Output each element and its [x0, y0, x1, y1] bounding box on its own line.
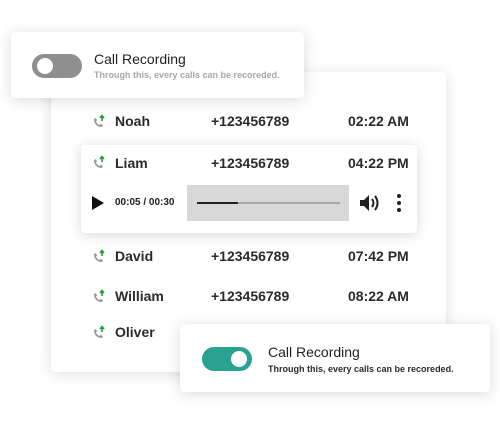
audio-player: 00:05 / 00:30	[81, 185, 417, 221]
recording-toggle-off[interactable]	[32, 54, 82, 78]
more-options-icon[interactable]	[395, 193, 403, 213]
outgoing-call-icon	[94, 249, 105, 262]
caller-number: +123456789	[211, 113, 290, 129]
toggle-subtitle: Through this, every calls can be recored…	[94, 70, 280, 80]
call-time: 07:42 PM	[348, 248, 409, 264]
call-recording-card-on: Call Recording Through this, every calls…	[180, 324, 490, 392]
call-recording-card-off: Call Recording Through this, every calls…	[11, 32, 304, 98]
toggle-knob	[37, 58, 53, 74]
caller-name: Oliver	[115, 324, 155, 340]
caller-number: +123456789	[211, 155, 290, 171]
toggle-knob	[231, 351, 247, 367]
call-row-liam-expanded[interactable]: Liam +123456789 04:22 PM 00:05 / 00:30	[81, 145, 417, 233]
recording-toggle-on[interactable]	[202, 347, 252, 371]
outgoing-call-icon	[94, 114, 105, 127]
caller-number: +123456789	[211, 248, 290, 264]
outgoing-call-icon	[94, 325, 105, 338]
call-row-william[interactable]: William +123456789 08:22 AM	[51, 285, 446, 309]
outgoing-call-icon	[94, 155, 105, 168]
playback-timecode: 00:05 / 00:30	[115, 197, 175, 208]
volume-icon[interactable]	[359, 193, 381, 213]
seek-track	[197, 202, 340, 204]
toggle-title: Call Recording	[94, 51, 186, 67]
seek-progress	[197, 202, 239, 204]
call-time: 04:22 PM	[348, 155, 409, 171]
toggle-title: Call Recording	[268, 344, 360, 360]
call-row-noah[interactable]: Noah +123456789 02:22 AM	[51, 110, 446, 134]
call-row-david[interactable]: David +123456789 07:42 PM	[51, 245, 446, 269]
caller-name: Noah	[115, 113, 150, 129]
call-time: 08:22 AM	[348, 288, 409, 304]
seek-bar[interactable]	[187, 185, 349, 221]
play-icon[interactable]	[91, 195, 105, 211]
caller-number: +123456789	[211, 288, 290, 304]
toggle-subtitle: Through this, every calls can be recored…	[268, 364, 454, 374]
caller-name: Liam	[115, 155, 148, 171]
outgoing-call-icon	[94, 289, 105, 302]
caller-name: William	[115, 288, 164, 304]
call-time: 02:22 AM	[348, 113, 409, 129]
caller-name: David	[115, 248, 154, 264]
